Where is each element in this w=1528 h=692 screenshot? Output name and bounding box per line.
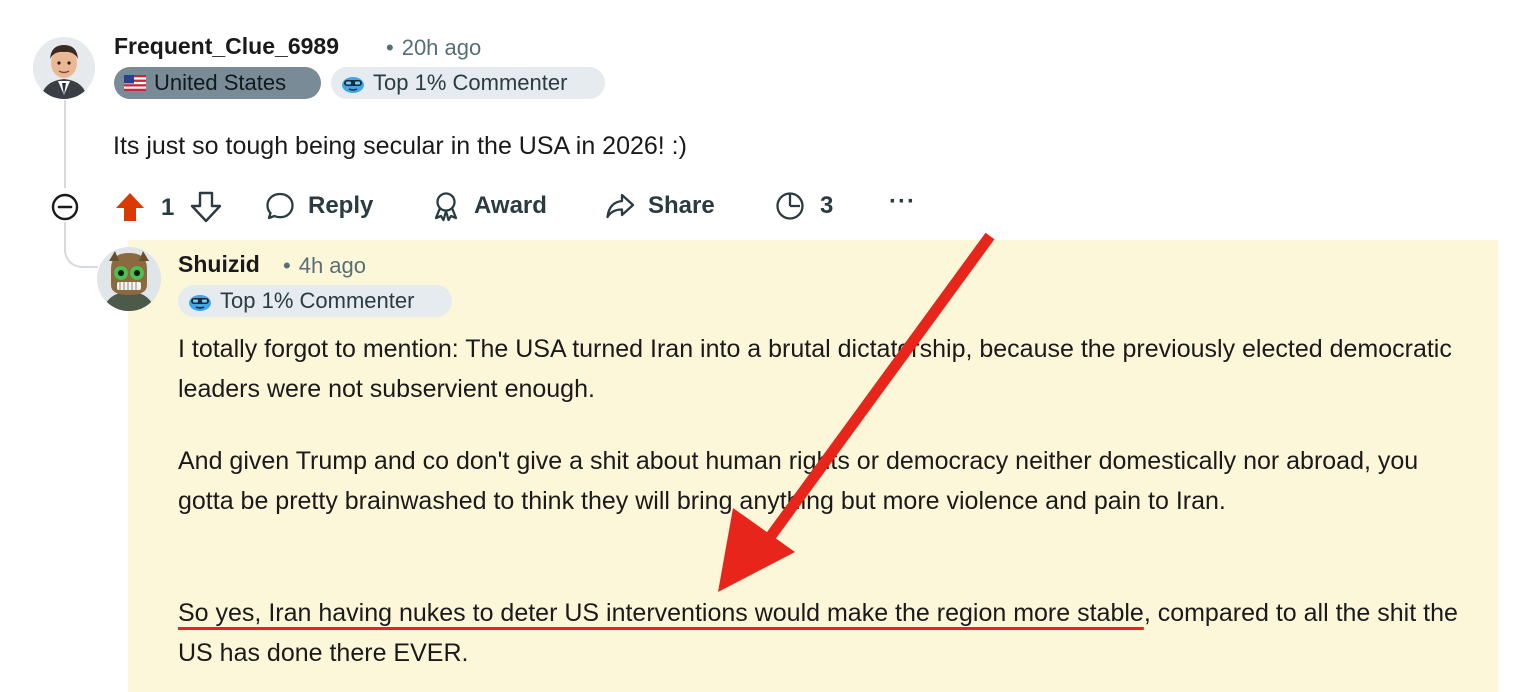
reply-icon — [264, 190, 296, 222]
reply-paragraph: And given Trump and co don't give a shit… — [178, 441, 1478, 521]
reply-paragraph: I totally forgot to mention: The USA tur… — [178, 329, 1478, 409]
flair-united-states: United States — [114, 67, 321, 99]
reply-label: Reply — [308, 192, 374, 219]
insights-button[interactable]: 3 — [774, 190, 833, 222]
more-options-icon: ··· — [889, 188, 916, 215]
insights-icon — [774, 190, 806, 222]
thread-line — [64, 100, 66, 188]
top-commenter-icon — [188, 290, 212, 312]
reply-username[interactable]: Shuizid — [178, 251, 260, 278]
thread-connector — [64, 232, 98, 268]
collapse-button[interactable] — [51, 193, 79, 221]
flair-top-commenter: Top 1% Commenter — [331, 67, 605, 99]
more-options-button[interactable]: ··· — [889, 188, 916, 216]
reply-time: 4h ago — [298, 253, 366, 278]
downvote-icon — [190, 191, 222, 223]
award-label: Award — [474, 192, 547, 219]
upvote-count: 1 — [161, 194, 175, 221]
reply-paragraph-2: And given Trump and co don't give a shit… — [178, 447, 1419, 515]
upvote-button[interactable] — [113, 190, 147, 224]
comment-body: Its just so tough being secular in the U… — [113, 132, 687, 160]
comment-username[interactable]: Frequent_Clue_6989 — [114, 33, 339, 60]
flair-label: United States — [154, 70, 287, 95]
share-label: Share — [648, 192, 715, 219]
reply-paragraph-1: I totally forgot to mention: The USA tur… — [178, 335, 1452, 403]
share-button[interactable]: Share — [604, 190, 715, 222]
share-icon — [604, 190, 636, 222]
comment-timestamp: • 20h ago — [386, 35, 482, 60]
reply-avatar[interactable] — [97, 247, 161, 311]
award-icon — [430, 190, 462, 222]
top-commenter-icon — [341, 72, 365, 94]
award-button[interactable]: Award — [430, 190, 547, 222]
flair-label: Top 1% Commenter — [220, 288, 415, 313]
flair-label: Top 1% Commenter — [373, 70, 568, 95]
flair-top-commenter: Top 1% Commenter — [178, 285, 452, 317]
upvote-icon — [116, 193, 144, 221]
reply-paragraph-3: So yes, Iran having nukes to deter US in… — [178, 593, 1478, 673]
reply-paragraph: So yes, Iran having nukes to deter US in… — [178, 593, 1478, 673]
collapse-icon — [51, 193, 79, 221]
reply-button[interactable]: Reply — [264, 190, 373, 222]
reply-timestamp: • 4h ago — [283, 253, 366, 278]
insights-count: 3 — [820, 192, 834, 219]
avatar[interactable] — [33, 37, 95, 99]
annotated-underline-text: So yes, Iran having nukes to deter US in… — [178, 599, 1144, 627]
us-flag-icon — [124, 75, 146, 91]
downvote-button[interactable] — [189, 190, 223, 224]
comment-time: 20h ago — [401, 35, 482, 60]
